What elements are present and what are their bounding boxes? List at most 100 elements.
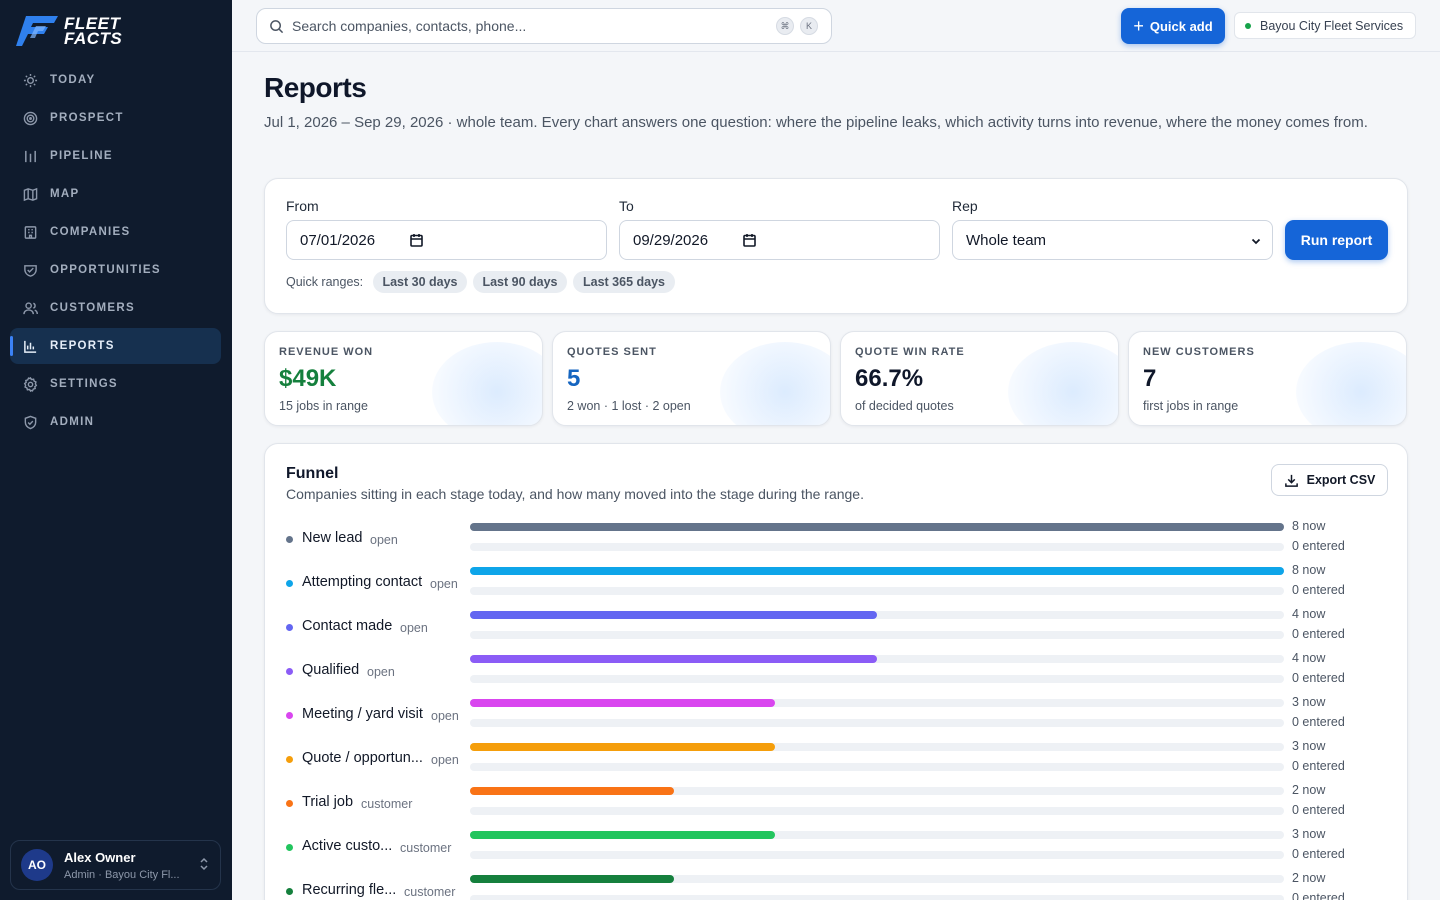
sidebar-nav: TODAY PROSPECT PIPELINE MAP COMPANIES OP…	[10, 62, 221, 442]
sidebar-item-settings[interactable]: SETTINGS	[10, 366, 221, 402]
to-date-input[interactable]: 09/29/2026	[619, 220, 940, 260]
from-date-input[interactable]: 07/01/2026	[286, 220, 607, 260]
kpi-card-quote-win-rate: QUOTE WIN RATE 66.7% of decided quotes	[840, 331, 1119, 426]
card-glow	[720, 342, 830, 425]
kpi-note: first jobs in range	[1143, 399, 1239, 413]
download-icon	[1284, 473, 1299, 488]
now-count-label: 8 now	[1292, 519, 1326, 533]
entered-bar-track	[470, 675, 1284, 683]
organization-selector[interactable]: Bayou City Fleet Services	[1234, 12, 1416, 39]
export-csv-label: Export CSV	[1306, 473, 1376, 487]
kpi-note: 2 won · 1 lost · 2 open	[567, 399, 691, 413]
user-role: Admin · Bayou City Fl...	[64, 868, 180, 881]
sidebar-item-prospect[interactable]: PROSPECT	[10, 100, 221, 136]
logo-mark-icon	[16, 16, 58, 46]
building-icon	[22, 224, 38, 240]
now-count-label: 2 now	[1292, 783, 1326, 797]
entered-count-label: 0 entered	[1292, 759, 1345, 773]
now-count-label: 8 now	[1292, 563, 1326, 577]
stage-kind: open	[431, 753, 459, 767]
quick-range-90-days[interactable]: Last 90 days	[473, 271, 567, 293]
funnel-card: Funnel Companies sitting in each stage t…	[264, 443, 1408, 900]
sun-icon	[22, 72, 38, 88]
now-bar-track	[470, 655, 1284, 663]
page-subtitle: Jul 1, 2026 – Sep 29, 2026 · whole team.…	[264, 114, 1368, 131]
kpi-card-new-customers: NEW CUSTOMERS 7 first jobs in range	[1128, 331, 1407, 426]
sidebar-item-customers[interactable]: CUSTOMERS	[10, 290, 221, 326]
entered-bar-track	[470, 719, 1284, 727]
funnel-stage-row: Recurring fle... customer 2 now 0 entered	[286, 868, 1396, 900]
now-bar-track	[470, 611, 1284, 619]
funnel-stage-row: Contact made open 4 now 0 entered	[286, 604, 1396, 648]
now-bar-fill	[470, 743, 775, 751]
entered-count-label: 0 entered	[1292, 671, 1345, 685]
shortcut-key-cmd: ⌘	[776, 17, 794, 35]
to-date-value: 09/29/2026	[633, 231, 709, 249]
stage-kind: open	[431, 709, 459, 723]
from-date-value: 07/01/2026	[300, 231, 376, 249]
calendar-icon[interactable]	[410, 233, 423, 251]
now-bar-fill	[470, 523, 1284, 531]
stage-color-dot	[286, 844, 293, 851]
export-csv-button[interactable]: Export CSV	[1271, 464, 1388, 496]
stage-color-dot	[286, 756, 293, 763]
sidebar-item-today[interactable]: TODAY	[10, 62, 221, 98]
sidebar-item-label: SETTINGS	[50, 378, 118, 390]
entered-count-label: 0 entered	[1292, 539, 1345, 553]
quick-range-365-days[interactable]: Last 365 days	[573, 271, 675, 293]
entered-bar-track	[470, 763, 1284, 771]
entered-bar-track	[470, 807, 1284, 815]
stage-name: Active custo...	[302, 838, 393, 854]
kpi-label: REVENUE WON	[279, 346, 374, 358]
funnel-title: Funnel	[286, 465, 339, 482]
stage-kind: customer	[361, 797, 413, 811]
rep-select[interactable]: Whole team	[952, 220, 1273, 260]
kpi-value: 5	[567, 365, 581, 392]
sidebar-item-admin[interactable]: ADMIN	[10, 404, 221, 440]
now-count-label: 3 now	[1292, 695, 1326, 709]
search-input[interactable]	[292, 18, 752, 34]
logo-line-2: FACTS	[64, 29, 123, 48]
stage-name: Meeting / yard visit	[302, 706, 423, 722]
sidebar: FLEET FACTS TODAY PROSPECT PIPELINE MAP …	[0, 0, 232, 900]
now-bar-fill	[470, 567, 1284, 575]
sidebar-item-opportunities[interactable]: OPPORTUNITIES	[10, 252, 221, 288]
sidebar-item-reports[interactable]: REPORTS	[10, 328, 221, 364]
global-search[interactable]: ⌘ K	[256, 8, 832, 44]
entered-count-label: 0 entered	[1292, 803, 1345, 817]
entered-count-label: 0 entered	[1292, 891, 1345, 900]
sidebar-item-pipeline[interactable]: PIPELINE	[10, 138, 221, 174]
bar-chart-icon	[22, 338, 38, 354]
user-account-switcher[interactable]: AO Alex Owner Admin · Bayou City Fl...	[10, 840, 221, 890]
stage-kind: open	[430, 577, 458, 591]
stage-name: New lead	[302, 530, 363, 546]
sidebar-item-label: REPORTS	[50, 340, 115, 352]
quick-add-button[interactable]: + Quick add	[1121, 8, 1225, 44]
to-label: To	[619, 198, 634, 214]
org-status-dot	[1245, 22, 1251, 29]
now-bar-track	[470, 875, 1284, 883]
funnel-stage-row: Attempting contact open 8 now 0 entered	[286, 560, 1396, 604]
sidebar-item-companies[interactable]: COMPANIES	[10, 214, 221, 250]
stage-kind: customer	[400, 841, 452, 855]
stage-name: Contact made	[302, 618, 393, 634]
calendar-icon[interactable]	[743, 233, 756, 251]
report-filters: From 07/01/2026 To 09/29/2026 Rep Whole …	[264, 178, 1408, 314]
fleet-facts-logo[interactable]: FLEET FACTS	[16, 12, 122, 50]
now-bar-fill	[470, 611, 877, 619]
now-bar-track	[470, 699, 1284, 707]
quick-add-label: Quick add	[1149, 18, 1213, 34]
quick-range-30-days[interactable]: Last 30 days	[373, 271, 467, 293]
card-glow	[1008, 342, 1118, 425]
funnel-stage-row: Qualified open 4 now 0 entered	[286, 648, 1396, 692]
now-bar-track	[470, 831, 1284, 839]
run-report-button[interactable]: Run report	[1285, 220, 1388, 260]
sidebar-item-map[interactable]: MAP	[10, 176, 221, 212]
funnel-stage-row: Meeting / yard visit open 3 now 0 entered	[286, 692, 1396, 736]
entered-count-label: 0 entered	[1292, 627, 1345, 641]
entered-count-label: 0 entered	[1292, 715, 1345, 729]
users-icon	[22, 300, 38, 316]
stage-color-dot	[286, 712, 293, 719]
handshake-icon	[22, 262, 38, 278]
sidebar-item-label: PIPELINE	[50, 150, 113, 162]
